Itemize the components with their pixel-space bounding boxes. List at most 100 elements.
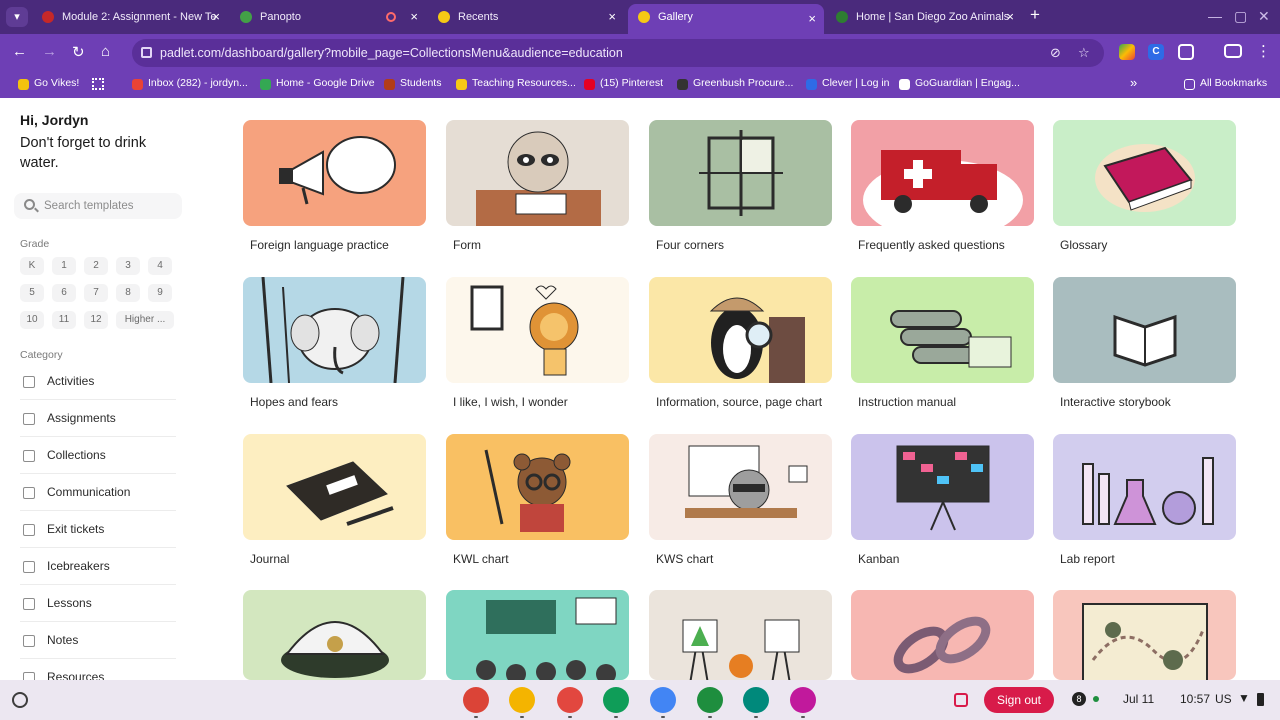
template-title[interactable]: Foreign language practice bbox=[250, 238, 389, 252]
extensions-puzzle-icon[interactable] bbox=[1178, 44, 1194, 60]
chrome-app-icon[interactable] bbox=[463, 687, 489, 713]
template-thumbnail[interactable] bbox=[243, 277, 426, 383]
grade-chip[interactable]: 5 bbox=[20, 284, 44, 302]
bookmark-star-icon[interactable]: ☆ bbox=[1078, 39, 1090, 67]
grade-chip[interactable]: 11 bbox=[52, 311, 76, 329]
template-thumbnail[interactable] bbox=[1053, 434, 1236, 540]
grade-chip[interactable]: 4 bbox=[148, 257, 172, 275]
bookmark-google-drive[interactable]: Home - Google Drive bbox=[260, 77, 375, 90]
category-item-communication[interactable]: Communication bbox=[20, 475, 176, 511]
reload-icon[interactable]: ↻ bbox=[72, 43, 85, 61]
canvas-app-icon[interactable] bbox=[557, 687, 583, 713]
tab-panopto[interactable]: Panopto × bbox=[230, 4, 426, 30]
template-thumbnail[interactable] bbox=[1053, 120, 1236, 226]
grade-chip[interactable]: 9 bbox=[148, 284, 172, 302]
apps-grid-icon[interactable] bbox=[92, 78, 104, 90]
checkbox[interactable] bbox=[23, 450, 35, 462]
template-thumbnail[interactable] bbox=[243, 434, 426, 540]
template-card[interactable]: KWL chart bbox=[446, 434, 629, 574]
template-card[interactable]: Interactive storybook bbox=[1053, 277, 1236, 417]
bookmark-students[interactable]: Students bbox=[384, 77, 441, 90]
template-card[interactable]: Frequently asked questions bbox=[851, 120, 1034, 260]
template-card[interactable] bbox=[243, 590, 426, 680]
category-item-icebreakers[interactable]: Icebreakers bbox=[20, 549, 176, 585]
bookmark-clever[interactable]: Clever | Log in bbox=[806, 77, 890, 90]
close-icon[interactable]: × bbox=[1006, 4, 1014, 30]
template-thumbnail[interactable] bbox=[446, 277, 629, 383]
maximize-icon[interactable]: ▢ bbox=[1234, 8, 1247, 25]
home-icon[interactable]: ⌂ bbox=[101, 43, 110, 60]
template-card[interactable] bbox=[851, 590, 1034, 680]
grade-chip[interactable]: 1 bbox=[52, 257, 76, 275]
docs-app-icon[interactable] bbox=[650, 687, 676, 713]
template-title[interactable]: Instruction manual bbox=[858, 395, 956, 409]
date[interactable]: Jul 11 bbox=[1123, 692, 1154, 706]
grade-chip[interactable]: 8 bbox=[116, 284, 140, 302]
checkbox[interactable] bbox=[23, 672, 35, 680]
checkbox[interactable] bbox=[23, 487, 35, 499]
template-card[interactable]: Hopes and fears bbox=[243, 277, 426, 417]
screen-capture-icon[interactable] bbox=[954, 693, 968, 707]
template-card[interactable]: I like, I wish, I wonder bbox=[446, 277, 629, 417]
template-card[interactable]: Journal bbox=[243, 434, 426, 574]
input-locale[interactable]: US bbox=[1215, 692, 1232, 706]
battery-icon[interactable] bbox=[1257, 693, 1264, 706]
template-card[interactable] bbox=[446, 590, 629, 680]
grade-chip[interactable]: 2 bbox=[84, 257, 108, 275]
tab-recents[interactable]: Recents × bbox=[428, 4, 624, 30]
grade-chip[interactable]: 7 bbox=[84, 284, 108, 302]
checkbox[interactable] bbox=[23, 376, 35, 388]
template-title[interactable]: I like, I wish, I wonder bbox=[453, 395, 568, 409]
site-info-icon[interactable] bbox=[141, 47, 152, 58]
template-thumbnail[interactable] bbox=[446, 120, 629, 226]
template-thumbnail[interactable] bbox=[243, 120, 426, 226]
more-menu-icon[interactable]: ⋮ bbox=[1256, 42, 1271, 60]
template-thumbnail[interactable] bbox=[243, 590, 426, 680]
category-item-lessons[interactable]: Lessons bbox=[20, 586, 176, 622]
bookmark-teaching-resources[interactable]: Teaching Resources... bbox=[456, 77, 576, 90]
bookmark-pinterest[interactable]: (15) Pinterest bbox=[584, 77, 663, 90]
template-title[interactable]: Interactive storybook bbox=[1060, 395, 1171, 409]
template-thumbnail[interactable] bbox=[649, 434, 832, 540]
close-icon[interactable]: × bbox=[808, 6, 816, 32]
tab-search-menu-icon[interactable]: ▾ bbox=[6, 7, 28, 27]
template-title[interactable]: Hopes and fears bbox=[250, 395, 338, 409]
template-card[interactable]: Four corners bbox=[649, 120, 832, 260]
back-icon[interactable]: ← bbox=[12, 43, 27, 60]
template-title[interactable]: Lab report bbox=[1060, 552, 1115, 566]
template-title[interactable]: Glossary bbox=[1060, 238, 1107, 252]
clever-extension-icon[interactable]: C bbox=[1148, 44, 1164, 60]
template-title[interactable]: Frequently asked questions bbox=[858, 238, 1005, 252]
forward-icon[interactable]: → bbox=[42, 43, 57, 60]
all-bookmarks-folder[interactable]: All Bookmarks bbox=[1184, 77, 1267, 90]
bookmark-inbox[interactable]: Inbox (282) - jordyn... bbox=[132, 77, 248, 90]
template-thumbnail[interactable] bbox=[851, 277, 1034, 383]
bookmark-goguardian[interactable]: GoGuardian | Engag... bbox=[899, 77, 1020, 90]
minimize-icon[interactable]: — bbox=[1208, 8, 1222, 24]
search-input[interactable] bbox=[44, 197, 174, 215]
template-card[interactable] bbox=[649, 590, 832, 680]
grade-chip[interactable]: 6 bbox=[52, 284, 76, 302]
checkbox[interactable] bbox=[23, 524, 35, 536]
tab-gallery[interactable]: Gallery × bbox=[628, 4, 824, 34]
sign-out-button[interactable]: Sign out bbox=[984, 687, 1054, 713]
launcher-icon[interactable] bbox=[12, 692, 28, 708]
template-thumbnail[interactable] bbox=[851, 590, 1034, 680]
template-title[interactable]: KWS chart bbox=[656, 552, 713, 566]
window-close-icon[interactable]: ✕ bbox=[1258, 8, 1270, 25]
close-icon[interactable]: × bbox=[608, 4, 616, 30]
template-thumbnail[interactable] bbox=[649, 277, 832, 383]
template-card[interactable] bbox=[1053, 590, 1236, 680]
category-item-assignments[interactable]: Assignments bbox=[20, 401, 176, 437]
bookmark-go-vikes[interactable]: Go Vikes! bbox=[18, 77, 79, 90]
category-item-resources[interactable]: Resources bbox=[20, 660, 176, 680]
clock[interactable]: 10:57 bbox=[1180, 692, 1210, 706]
template-title[interactable]: Four corners bbox=[656, 238, 724, 252]
template-card[interactable]: Lab report bbox=[1053, 434, 1236, 574]
grade-chip[interactable]: K bbox=[20, 257, 44, 275]
notification-count[interactable]: 8 bbox=[1072, 692, 1086, 706]
tab-module-2[interactable]: Module 2: Assignment - New Te × bbox=[32, 4, 228, 30]
grade-chip[interactable]: 3 bbox=[116, 257, 140, 275]
tab-san-diego-zoo[interactable]: Home | San Diego Zoo Animals × bbox=[826, 4, 1022, 30]
category-item-activities[interactable]: Activities bbox=[20, 364, 176, 400]
